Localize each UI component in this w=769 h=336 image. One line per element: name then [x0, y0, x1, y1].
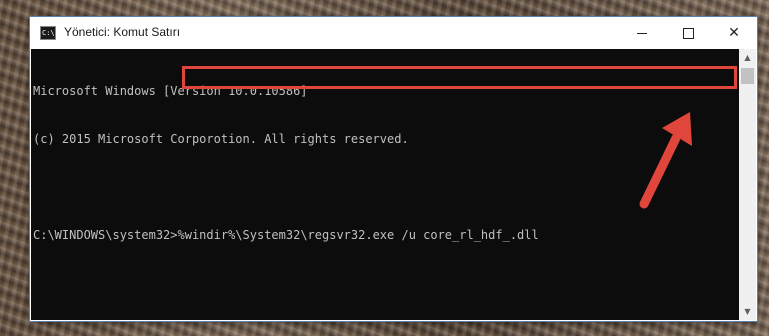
- scroll-down-icon: ▼: [744, 307, 751, 316]
- scrollbar-thumb[interactable]: [741, 68, 754, 84]
- vertical-scrollbar[interactable]: ▲ ▼: [739, 49, 756, 320]
- scroll-up-button[interactable]: ▲: [739, 49, 756, 66]
- maximize-button[interactable]: [665, 17, 711, 49]
- command-line: C:\WINDOWS\system32>%windir%\System32\re…: [33, 227, 739, 243]
- prompt-text: C:\WINDOWS\system32>: [33, 228, 178, 242]
- minimize-icon: [637, 32, 647, 34]
- command-text[interactable]: %windir%\System32\regsvr32.exe /u core_r…: [178, 228, 539, 242]
- title-bar[interactable]: C:\ Yönetici: Komut Satırı ✕: [30, 17, 757, 49]
- scroll-up-icon: ▲: [744, 53, 751, 62]
- command-prompt-icon: C:\: [40, 26, 56, 40]
- close-icon: ✕: [728, 25, 740, 41]
- close-button[interactable]: ✕: [711, 17, 757, 49]
- maximize-icon: [682, 27, 694, 39]
- command-prompt-window: C:\ Yönetici: Komut Satırı ✕ Microsoft W…: [30, 17, 757, 321]
- command-highlight-box: [182, 66, 737, 89]
- scroll-down-button[interactable]: ▼: [739, 303, 756, 320]
- red-arrow-icon: [639, 112, 692, 209]
- minimize-button[interactable]: [619, 17, 665, 49]
- window-title: Yönetici: Komut Satırı: [64, 25, 181, 39]
